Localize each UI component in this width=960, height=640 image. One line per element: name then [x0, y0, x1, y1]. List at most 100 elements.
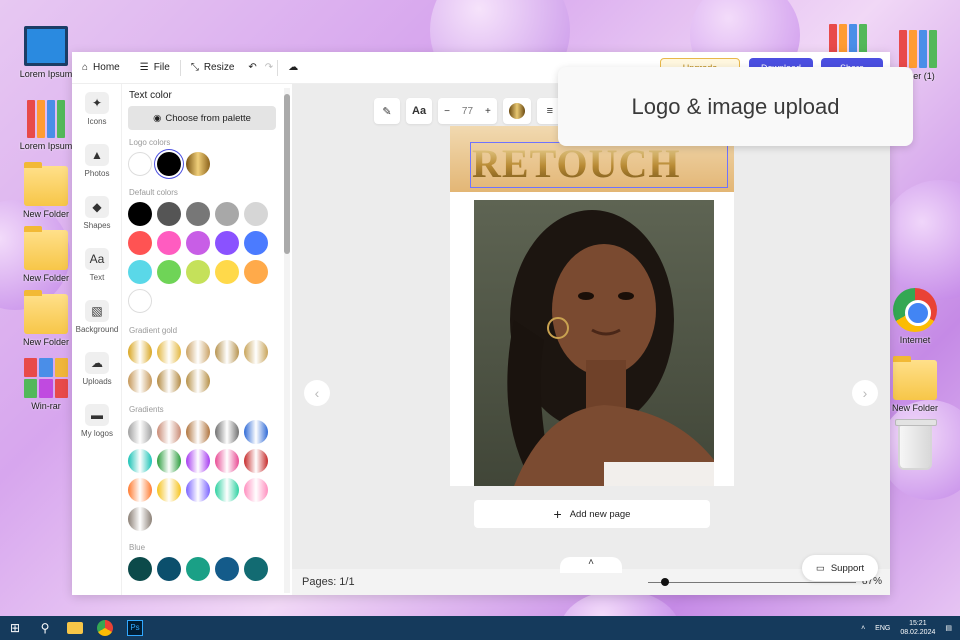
color-swatch[interactable]	[128, 152, 152, 176]
color-swatch[interactable]	[157, 340, 181, 364]
design-page[interactable]: RETOUCH	[450, 126, 734, 486]
taskbar-file-explorer[interactable]	[60, 616, 90, 640]
next-page-button[interactable]: ›	[852, 380, 878, 406]
color-swatch[interactable]	[157, 231, 181, 255]
taskbar-photoshop[interactable]: Ps	[120, 616, 150, 640]
clock[interactable]: 15:21 08.02.2024	[900, 619, 935, 637]
color-swatch[interactable]	[128, 557, 152, 581]
color-swatch[interactable]	[186, 202, 210, 226]
portrait-photo[interactable]	[474, 200, 714, 486]
scrollbar-thumb[interactable]	[284, 94, 290, 254]
font-size-value[interactable]: 77	[462, 106, 473, 117]
color-swatch[interactable]	[186, 152, 210, 176]
color-swatch[interactable]	[128, 449, 152, 473]
color-swatch[interactable]	[157, 152, 181, 176]
color-swatch[interactable]	[215, 478, 239, 502]
color-swatch[interactable]	[128, 478, 152, 502]
color-swatch[interactable]	[244, 202, 268, 226]
collapse-button[interactable]: ˄	[560, 557, 622, 573]
start-button[interactable]: ⊞	[0, 616, 30, 640]
rail-item-icons[interactable]: ✦ Icons	[72, 92, 122, 126]
pen-tool-button[interactable]: ✎	[374, 98, 400, 124]
color-swatch[interactable]	[157, 557, 181, 581]
color-swatch[interactable]	[128, 369, 152, 393]
redo-button[interactable]: ↷	[261, 52, 277, 84]
zoom-slider-knob[interactable]	[660, 578, 669, 586]
support-button[interactable]: ▭ Support	[802, 555, 878, 581]
color-swatch[interactable]	[157, 420, 181, 444]
color-swatch[interactable]	[157, 449, 181, 473]
search-button[interactable]: ⚲	[30, 616, 60, 640]
color-swatch[interactable]	[215, 449, 239, 473]
color-swatch[interactable]	[128, 420, 152, 444]
color-swatch[interactable]	[186, 260, 210, 284]
add-new-page-button[interactable]: + Add new page	[474, 500, 710, 528]
minus-icon[interactable]: −	[444, 106, 450, 117]
color-swatch[interactable]	[244, 340, 268, 364]
desktop-icon-folder[interactable]: New Folder	[883, 356, 947, 413]
cloud-save-button[interactable]: ☁	[278, 52, 308, 84]
color-swatch[interactable]	[244, 260, 268, 284]
font-size-stepper[interactable]: − 77 +	[438, 98, 497, 124]
color-swatch[interactable]	[157, 478, 181, 502]
desktop-icon-computer[interactable]: Lorem Ipsum	[14, 26, 78, 79]
choose-from-palette-button[interactable]: ◉ Choose from palette	[128, 106, 276, 130]
color-swatch[interactable]	[186, 420, 210, 444]
font-button[interactable]: Aa	[406, 98, 433, 124]
color-swatch[interactable]	[186, 449, 210, 473]
desktop-icon-winrar[interactable]: Win-rar	[14, 358, 78, 411]
desktop-icon-internet[interactable]: Internet	[883, 288, 947, 345]
color-swatch[interactable]	[215, 231, 239, 255]
rail-item-background[interactable]: ▧ Background	[72, 300, 122, 334]
rail-item-shapes[interactable]: ◆ Shapes	[72, 196, 122, 230]
color-swatch[interactable]	[215, 202, 239, 226]
rail-item-text[interactable]: Aa Text	[72, 248, 122, 282]
color-swatch[interactable]	[186, 369, 210, 393]
color-swatch[interactable]	[128, 260, 152, 284]
file-menu[interactable]: ☰ File	[130, 52, 180, 84]
desktop-icon-folder[interactable]: New Folder	[14, 162, 78, 219]
rail-item-my-logos[interactable]: ▬ My logos	[72, 404, 122, 438]
color-swatch[interactable]	[244, 231, 268, 255]
color-swatch[interactable]	[244, 449, 268, 473]
color-swatch[interactable]	[157, 202, 181, 226]
tray-chevron-icon[interactable]: ˄	[861, 625, 865, 632]
plus-icon[interactable]: +	[485, 106, 491, 117]
undo-button[interactable]: ↶	[244, 52, 260, 84]
color-swatch[interactable]	[215, 420, 239, 444]
color-swatch[interactable]	[244, 557, 268, 581]
panel-scrollbar[interactable]	[284, 88, 290, 593]
color-swatch[interactable]	[215, 340, 239, 364]
color-swatch[interactable]	[244, 478, 268, 502]
color-swatch[interactable]	[186, 231, 210, 255]
text-color-button[interactable]	[502, 98, 531, 124]
color-swatch[interactable]	[186, 478, 210, 502]
color-swatch[interactable]	[186, 340, 210, 364]
color-swatch[interactable]	[128, 231, 152, 255]
desktop-icon-folder[interactable]: New Folder	[14, 226, 78, 283]
desktop-icon-folder[interactable]: New Folder	[14, 290, 78, 347]
color-swatch[interactable]	[215, 260, 239, 284]
desktop-icon-trash[interactable]	[883, 419, 947, 470]
taskbar-chrome[interactable]	[90, 616, 120, 640]
color-swatch[interactable]	[128, 202, 152, 226]
zoom-slider[interactable]	[648, 582, 856, 583]
resize-button[interactable]: ⤡ Resize	[181, 52, 245, 84]
color-swatch[interactable]	[128, 507, 152, 531]
notification-icon[interactable]: ▤	[945, 624, 952, 632]
color-swatch[interactable]	[157, 369, 181, 393]
color-swatch[interactable]	[128, 340, 152, 364]
desktop-icon-books[interactable]: Lorem Ipsum	[14, 98, 78, 151]
color-swatch[interactable]	[128, 289, 152, 313]
color-swatch[interactable]	[244, 420, 268, 444]
rail-item-uploads[interactable]: ☁ Uploads	[72, 352, 122, 386]
color-swatch[interactable]	[215, 557, 239, 581]
color-swatch[interactable]	[157, 260, 181, 284]
language-indicator[interactable]: ENG	[875, 625, 890, 632]
folder-icon	[893, 356, 937, 400]
selection-box[interactable]	[470, 142, 728, 188]
home-button[interactable]: ⌂ Home	[72, 52, 130, 84]
color-swatch[interactable]	[186, 557, 210, 581]
prev-page-button[interactable]: ‹	[304, 380, 330, 406]
rail-item-photos[interactable]: ▲ Photos	[72, 144, 122, 178]
